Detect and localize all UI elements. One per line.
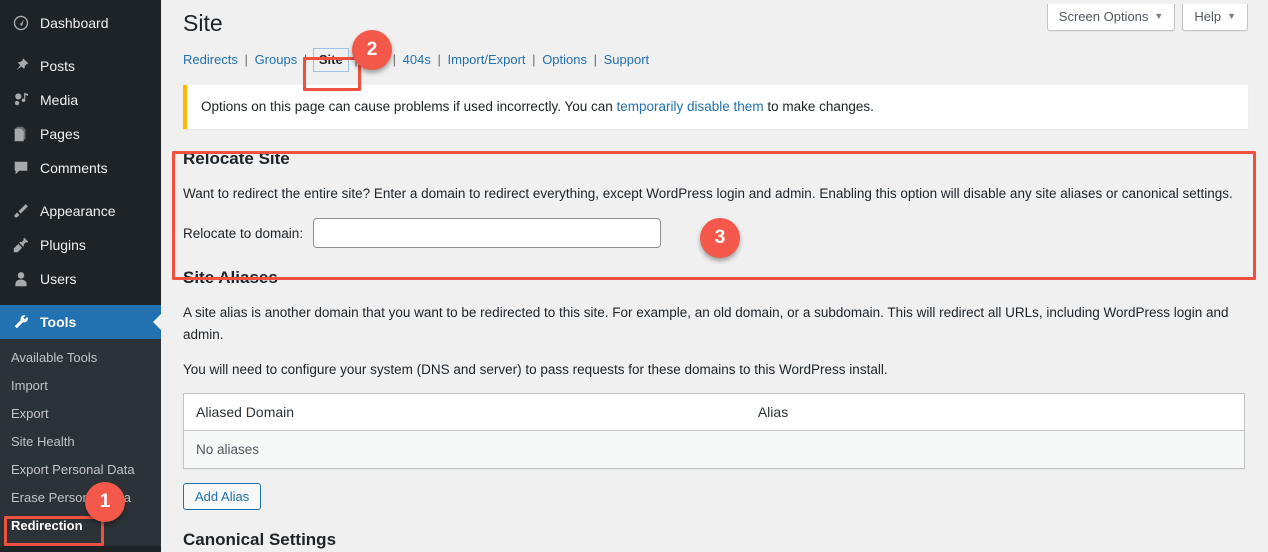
submenu-item-site-health[interactable]: Site Health <box>0 428 161 456</box>
pin-icon <box>11 56 31 76</box>
canonical-settings-section: Canonical Settings <box>183 530 1248 550</box>
column-header-aliased-domain: Aliased Domain <box>184 394 746 431</box>
table-header-row: Aliased Domain Alias <box>184 394 1245 431</box>
subnav-link-site[interactable]: Site <box>314 49 348 71</box>
site-aliases-title: Site Aliases <box>183 268 1248 288</box>
subnav-link-log[interactable]: Log <box>364 52 386 67</box>
sidebar-item-label: Users <box>40 271 77 287</box>
plug-icon <box>11 235 31 255</box>
subnav-link-options[interactable]: Options <box>542 52 587 67</box>
submenu-item-erase-personal-data[interactable]: Erase Personal Data <box>0 484 161 512</box>
sidebar-item-posts[interactable]: Posts <box>0 49 161 83</box>
relocate-site-title: Relocate Site <box>183 149 1248 169</box>
table-row: No aliases <box>184 431 1245 469</box>
sidebar-item-appearance[interactable]: Appearance <box>0 194 161 228</box>
sidebar-item-label: Comments <box>40 160 108 176</box>
column-header-alias: Alias <box>746 394 1245 431</box>
relocate-domain-field-row: Relocate to domain: <box>183 218 1248 248</box>
dashboard-icon <box>11 13 31 33</box>
subnav-link-groups[interactable]: Groups <box>255 52 298 67</box>
subnav-divider: | <box>390 52 399 67</box>
relocate-site-description: Want to redirect the entire site? Enter … <box>183 183 1245 205</box>
subnav-divider: | <box>351 52 360 67</box>
sub-navigation: Redirects | Groups | Site | Log | 404s |… <box>177 43 1248 71</box>
sidebar-item-label: Pages <box>40 126 80 142</box>
subnav-link-import-export[interactable]: Import/Export <box>448 52 526 67</box>
sidebar-submenu-tools: Available Tools Import Export Site Healt… <box>0 339 161 546</box>
subnav-divider: | <box>301 52 310 67</box>
submenu-item-available-tools[interactable]: Available Tools <box>0 344 161 372</box>
sidebar-item-label: Tools <box>40 314 76 330</box>
warning-notice: Options on this page can cause problems … <box>183 85 1248 129</box>
sidebar-item-media[interactable]: Media <box>0 83 161 117</box>
comment-icon <box>11 158 31 178</box>
wordpress-admin-screen: Dashboard Posts Media Pages <box>0 0 1268 552</box>
chevron-down-icon: ▼ <box>1154 12 1163 21</box>
help-label: Help <box>1194 9 1221 24</box>
relocate-site-section: Relocate Site Want to redirect the entir… <box>183 149 1248 248</box>
notice-text-after: to make changes. <box>764 99 874 114</box>
canonical-settings-title: Canonical Settings <box>183 530 1248 550</box>
pages-icon <box>11 124 31 144</box>
submenu-item-export[interactable]: Export <box>0 400 161 428</box>
notice-text-before: Options on this page can cause problems … <box>201 99 617 114</box>
relocate-domain-label: Relocate to domain: <box>183 226 303 241</box>
chevron-down-icon: ▼ <box>1227 12 1236 21</box>
subnav-link-support[interactable]: Support <box>604 52 650 67</box>
admin-sidebar: Dashboard Posts Media Pages <box>0 0 161 552</box>
sidebar-item-label: Plugins <box>40 237 86 253</box>
sidebar-item-comments[interactable]: Comments <box>0 151 161 185</box>
user-icon <box>11 269 31 289</box>
subnav-divider: | <box>529 52 538 67</box>
subnav-link-redirects[interactable]: Redirects <box>183 52 238 67</box>
empty-state-cell: No aliases <box>184 431 1245 469</box>
relocate-domain-input[interactable] <box>313 218 661 248</box>
screen-meta-links: Screen Options ▼ Help ▼ <box>1047 4 1248 31</box>
main-content: Screen Options ▼ Help ▼ Site Redirects |… <box>161 0 1268 552</box>
notice-disable-link[interactable]: temporarily disable them <box>617 99 764 114</box>
help-button[interactable]: Help ▼ <box>1182 4 1248 31</box>
add-alias-button[interactable]: Add Alias <box>183 483 261 510</box>
sidebar-item-pages[interactable]: Pages <box>0 117 161 151</box>
subnav-link-404s[interactable]: 404s <box>403 52 431 67</box>
site-aliases-paragraph-1: A site alias is another domain that you … <box>183 302 1245 346</box>
subnav-divider: | <box>591 52 600 67</box>
aliases-table: Aliased Domain Alias No aliases <box>183 393 1245 469</box>
sidebar-item-label: Posts <box>40 58 75 74</box>
submenu-item-export-personal-data[interactable]: Export Personal Data <box>0 456 161 484</box>
site-aliases-section: Site Aliases A site alias is another dom… <box>183 268 1248 510</box>
sidebar-main-menu: Dashboard Posts Media Pages <box>0 0 161 339</box>
submenu-item-redirection[interactable]: Redirection <box>0 512 161 540</box>
media-icon <box>11 90 31 110</box>
screen-options-button[interactable]: Screen Options ▼ <box>1047 4 1176 31</box>
sidebar-item-label: Dashboard <box>40 15 109 31</box>
sidebar-item-label: Media <box>40 92 78 108</box>
screen-options-label: Screen Options <box>1059 9 1149 24</box>
submenu-item-import[interactable]: Import <box>0 372 161 400</box>
subnav-divider: | <box>435 52 444 67</box>
sidebar-item-label: Appearance <box>40 203 116 219</box>
subnav-divider: | <box>242 52 251 67</box>
site-aliases-paragraph-2: You will need to configure your system (… <box>183 359 1245 381</box>
sidebar-item-dashboard[interactable]: Dashboard <box>0 6 161 40</box>
sidebar-item-users[interactable]: Users <box>0 262 161 296</box>
brush-icon <box>11 201 31 221</box>
sidebar-item-plugins[interactable]: Plugins <box>0 228 161 262</box>
wrench-icon <box>11 312 31 332</box>
sidebar-item-tools[interactable]: Tools <box>0 305 161 339</box>
